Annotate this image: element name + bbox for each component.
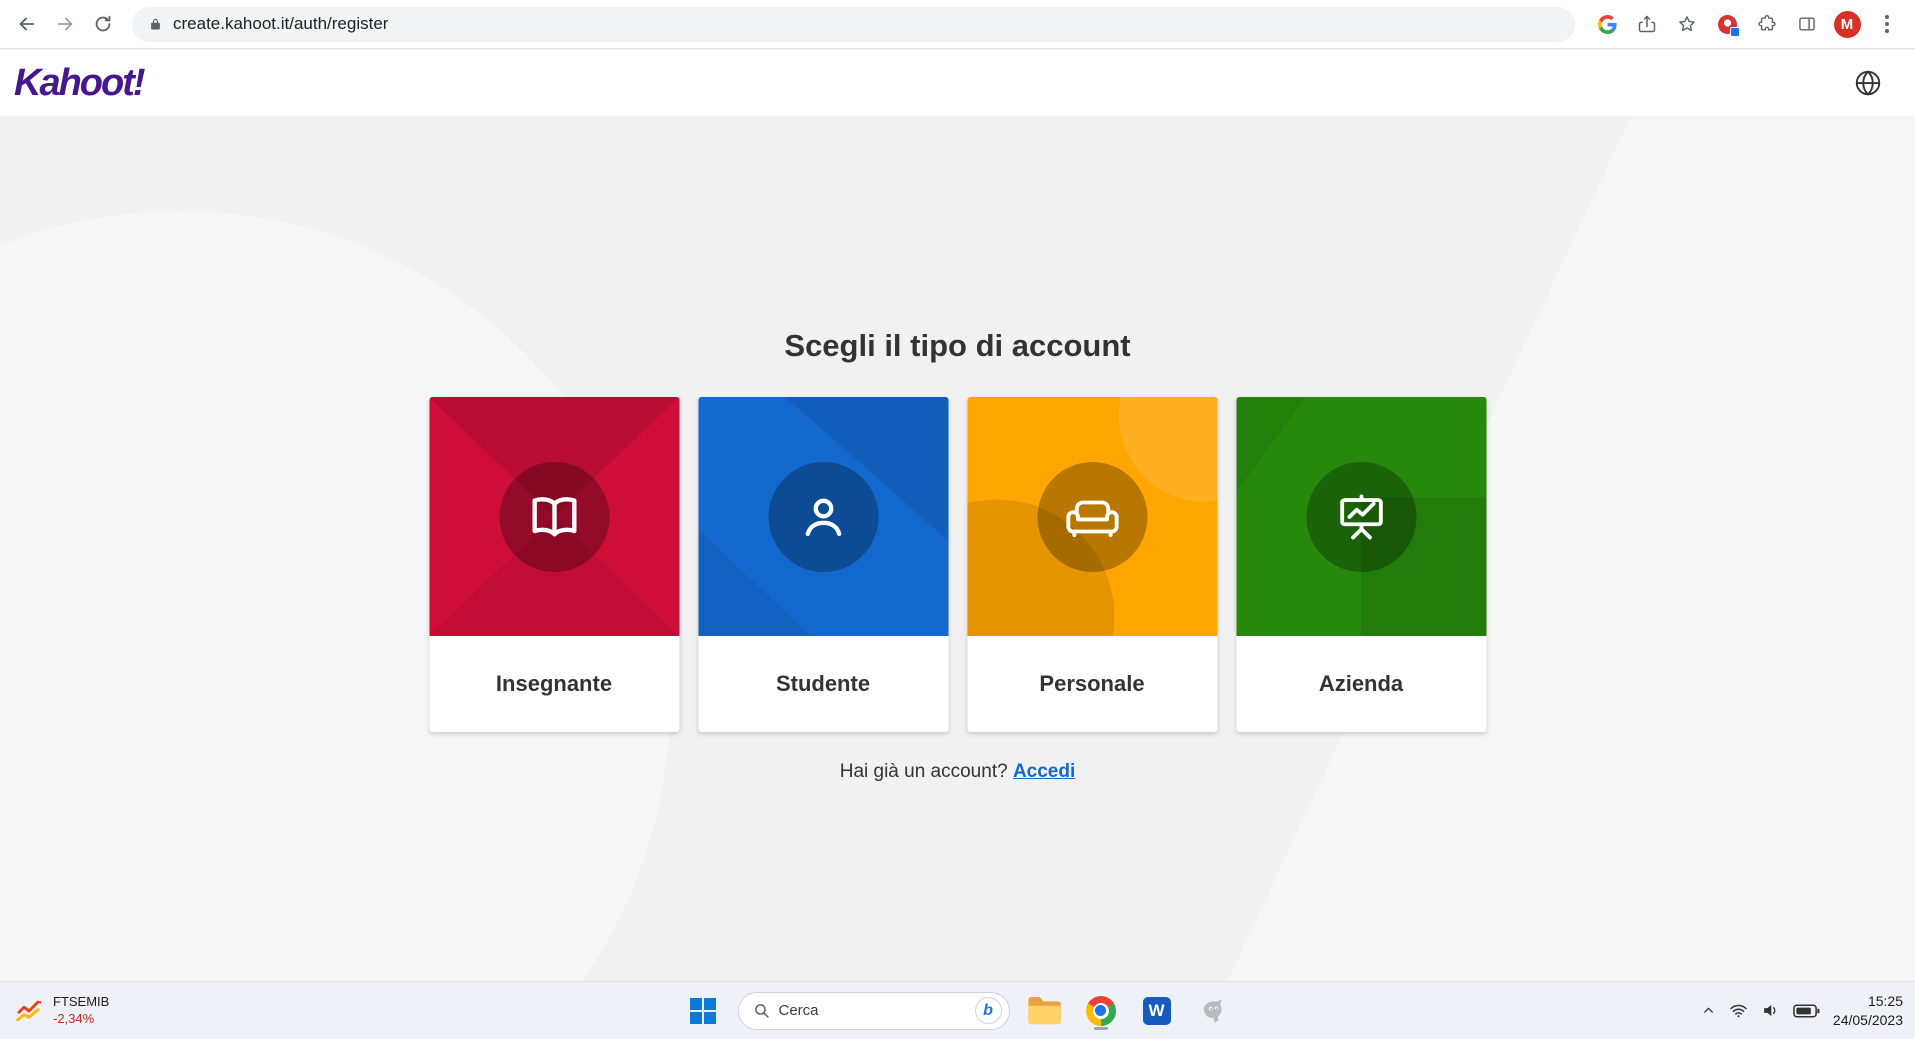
card-label-insegnante: Insegnante bbox=[429, 636, 679, 732]
site-header: Kahoot! bbox=[0, 50, 1915, 116]
lock-icon bbox=[148, 17, 163, 32]
side-panel-icon[interactable] bbox=[1789, 6, 1825, 42]
word-taskbar-button[interactable]: W bbox=[1136, 990, 1178, 1032]
tray-chevron-up-icon[interactable] bbox=[1701, 1003, 1716, 1018]
system-tray: 15:25 24/05/2023 bbox=[1701, 982, 1903, 1039]
card-art-studente bbox=[698, 397, 948, 636]
extensions-puzzle-icon[interactable] bbox=[1749, 6, 1785, 42]
taskbar: FTSEMIB -2,34% Cerca b bbox=[0, 981, 1915, 1039]
browser-menu-icon[interactable] bbox=[1869, 6, 1905, 42]
toolbar-actions: M bbox=[1589, 6, 1905, 42]
card-studente[interactable]: Studente bbox=[698, 397, 948, 732]
stock-change: -2,34% bbox=[53, 1011, 109, 1027]
card-label-personale: Personale bbox=[967, 636, 1217, 732]
reload-icon bbox=[92, 13, 114, 35]
taskbar-center: Cerca b W bbox=[682, 982, 1234, 1039]
folder-icon bbox=[1024, 990, 1066, 1032]
page-content: Scegli il tipo di account Insegnante bbox=[0, 116, 1915, 981]
card-label-studente: Studente bbox=[698, 636, 948, 732]
card-label-azienda: Azienda bbox=[1236, 636, 1486, 732]
card-art-personale bbox=[967, 397, 1217, 636]
card-personale[interactable]: Personale bbox=[967, 397, 1217, 732]
card-art-azienda bbox=[1236, 397, 1486, 636]
forward-button[interactable] bbox=[46, 5, 84, 43]
account-type-cards: Insegnante Studente Person bbox=[429, 397, 1486, 732]
globe-icon bbox=[1853, 68, 1883, 98]
chrome-icon bbox=[1086, 996, 1116, 1026]
book-icon bbox=[499, 462, 609, 572]
bing-icon[interactable]: b bbox=[975, 997, 1002, 1024]
student-icon bbox=[768, 462, 878, 572]
chrome-active-indicator bbox=[1094, 1027, 1108, 1030]
gimp-icon bbox=[1199, 997, 1227, 1025]
word-icon: W bbox=[1143, 997, 1171, 1025]
start-button[interactable] bbox=[682, 990, 724, 1032]
signin-row: Hai già un account? Accedi bbox=[0, 761, 1915, 783]
forward-icon bbox=[54, 13, 76, 35]
clock[interactable]: 15:25 24/05/2023 bbox=[1833, 992, 1903, 1028]
stock-symbol: FTSEMIB bbox=[53, 994, 109, 1010]
stock-text: FTSEMIB -2,34% bbox=[53, 994, 109, 1027]
profile-avatar[interactable]: M bbox=[1829, 6, 1865, 42]
share-icon[interactable] bbox=[1629, 6, 1665, 42]
search-icon bbox=[753, 1002, 770, 1019]
signin-prompt: Hai già un account? bbox=[840, 761, 1008, 782]
clock-time: 15:25 bbox=[1833, 992, 1903, 1010]
search-placeholder: Cerca bbox=[779, 1002, 966, 1019]
browser-toolbar: create.kahoot.it/auth/register bbox=[0, 0, 1915, 49]
easel-icon bbox=[1306, 462, 1416, 572]
widgets-stock-widget[interactable]: FTSEMIB -2,34% bbox=[14, 982, 109, 1039]
stock-chart-icon bbox=[14, 996, 44, 1026]
url-text: create.kahoot.it/auth/register bbox=[173, 14, 388, 34]
back-button[interactable] bbox=[8, 5, 46, 43]
signin-link[interactable]: Accedi bbox=[1013, 761, 1075, 782]
chrome-taskbar-button[interactable] bbox=[1080, 990, 1122, 1032]
reload-button[interactable] bbox=[84, 5, 122, 43]
google-icon[interactable] bbox=[1589, 6, 1625, 42]
windows-logo-icon bbox=[690, 998, 716, 1024]
language-globe-button[interactable] bbox=[1847, 62, 1889, 104]
card-azienda[interactable]: Azienda bbox=[1236, 397, 1486, 732]
back-icon bbox=[16, 13, 38, 35]
gimp-taskbar-button[interactable] bbox=[1192, 990, 1234, 1032]
sofa-icon bbox=[1037, 462, 1147, 572]
bookmark-star-icon[interactable] bbox=[1669, 6, 1705, 42]
kebab-dots bbox=[1885, 15, 1889, 33]
card-art-insegnante bbox=[429, 397, 679, 636]
card-insegnante[interactable]: Insegnante bbox=[429, 397, 679, 732]
volume-icon[interactable] bbox=[1761, 1001, 1780, 1020]
url-bar[interactable]: create.kahoot.it/auth/register bbox=[132, 7, 1575, 42]
extension-badge-icon[interactable] bbox=[1709, 6, 1745, 42]
kahoot-logo[interactable]: Kahoot! bbox=[14, 62, 144, 105]
wifi-icon[interactable] bbox=[1729, 1001, 1748, 1020]
taskbar-search-input[interactable]: Cerca b bbox=[738, 992, 1010, 1030]
page-title: Scegli il tipo di account bbox=[0, 328, 1915, 364]
screen: create.kahoot.it/auth/register bbox=[0, 0, 1915, 1039]
extension-notification-badge bbox=[1730, 27, 1740, 37]
avatar-initial: M bbox=[1834, 11, 1861, 38]
file-explorer-button[interactable] bbox=[1024, 990, 1066, 1032]
clock-date: 24/05/2023 bbox=[1833, 1011, 1903, 1029]
battery-icon[interactable] bbox=[1793, 1004, 1820, 1018]
